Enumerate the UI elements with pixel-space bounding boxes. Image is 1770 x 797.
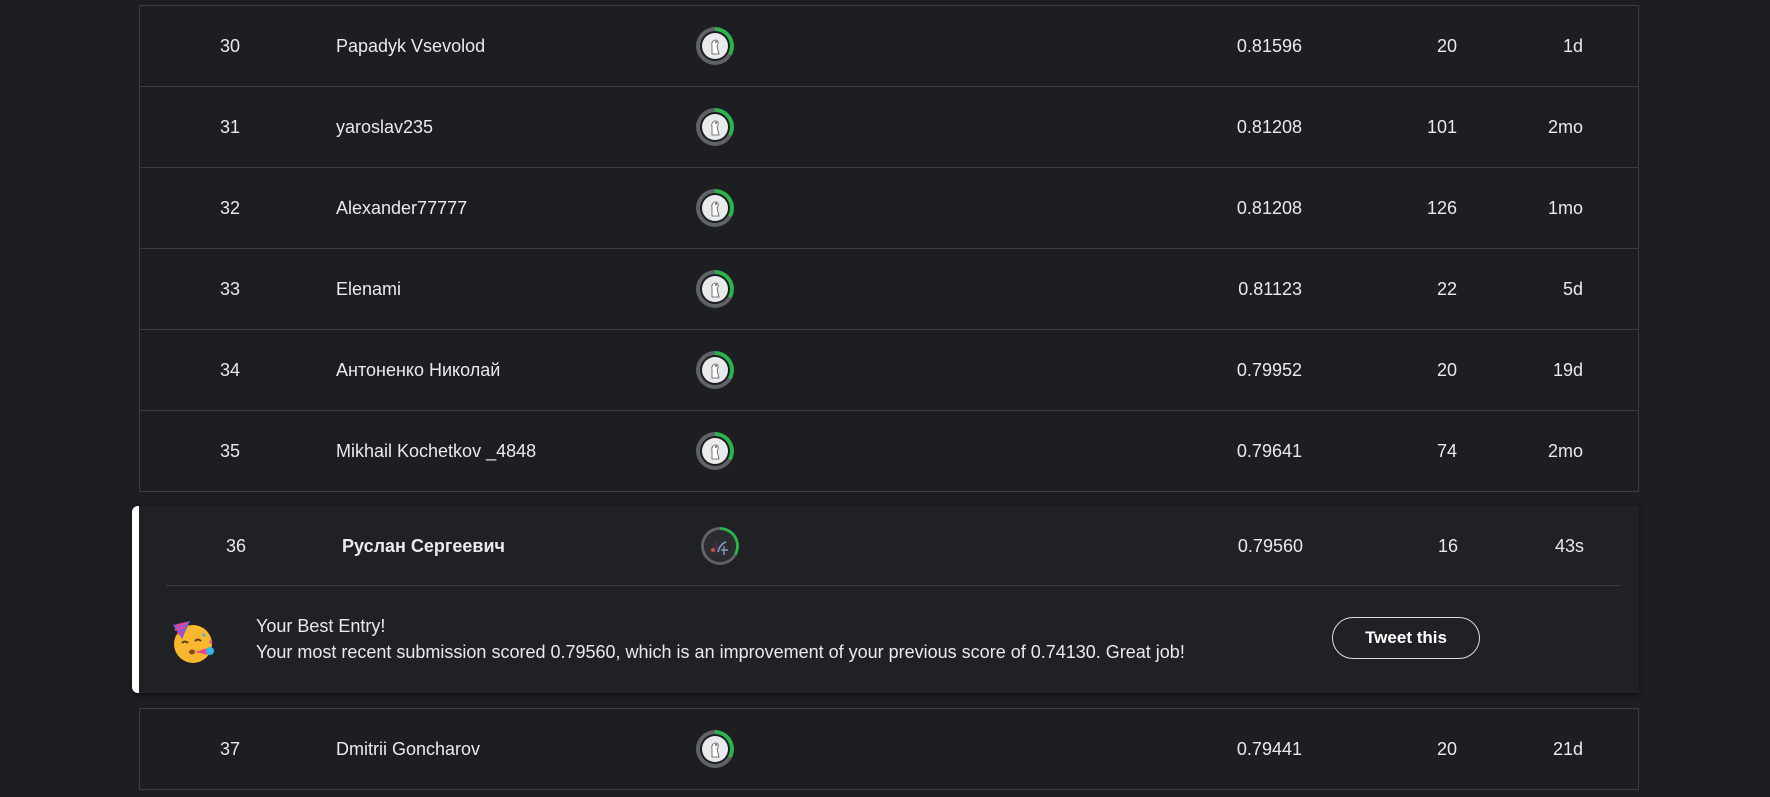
avatar[interactable] xyxy=(696,87,734,167)
entries-cell: 20 xyxy=(1436,35,1457,56)
rank-cell: 33 xyxy=(219,278,241,299)
table-row[interactable]: 30 Papadyk Vsevolod 0.81596 20 1d xyxy=(140,6,1638,87)
rank-cell: 31 xyxy=(219,116,241,137)
rank-cell: 34 xyxy=(219,359,241,380)
avatar[interactable] xyxy=(696,709,734,789)
last-submission-cell: 1mo xyxy=(1547,197,1583,218)
default-avatar-icon xyxy=(702,276,728,302)
rank-cell: 30 xyxy=(219,35,241,56)
last-submission-cell: 1d xyxy=(1562,35,1583,56)
current-user-row[interactable]: 36 Руслан Сергеевич 0.79560 16 43s xyxy=(139,506,1639,586)
last-submission-cell: 43s xyxy=(1554,535,1584,556)
team-name[interactable]: Alexander77777 xyxy=(336,168,467,248)
team-name[interactable]: yaroslav235 xyxy=(336,87,433,167)
score-cell: 0.81123 xyxy=(1238,278,1302,299)
table-row[interactable]: 32 Alexander77777 0.81208 126 1mo xyxy=(140,168,1638,249)
table-row[interactable]: 34 Антоненко Николай 0.79952 20 19d xyxy=(140,330,1638,411)
score-cell: 0.81208 xyxy=(1236,116,1302,137)
leaderboard-table-top: 30 Papadyk Vsevolod 0.81596 20 1d 31 yar… xyxy=(139,5,1639,492)
table-row[interactable]: 35 Mikhail Kochetkov _4848 0.79641 74 2m… xyxy=(140,411,1638,491)
last-submission-cell: 21d xyxy=(1552,738,1583,759)
rank-cell: 36 xyxy=(225,535,247,556)
table-row[interactable]: 31 yaroslav235 0.81208 101 2mo xyxy=(140,87,1638,168)
last-submission-cell: 2mo xyxy=(1547,116,1583,137)
avatar[interactable] xyxy=(696,6,734,86)
entries-cell: 22 xyxy=(1436,278,1457,299)
leaderboard: 30 Papadyk Vsevolod 0.81596 20 1d 31 yar… xyxy=(132,0,1639,790)
entries-cell: 20 xyxy=(1436,738,1457,759)
score-cell: 0.79560 xyxy=(1237,535,1303,556)
score-cell: 0.81208 xyxy=(1236,197,1302,218)
entries-cell: 126 xyxy=(1426,197,1457,218)
team-name[interactable]: Руслан Сергеевич xyxy=(342,506,505,586)
avatar[interactable] xyxy=(696,330,734,410)
table-row[interactable]: 33 Elenami 0.81123 22 5d xyxy=(140,249,1638,330)
entries-cell: 74 xyxy=(1436,440,1457,461)
score-cell: 0.81596 xyxy=(1236,35,1302,56)
entries-cell: 20 xyxy=(1436,359,1457,380)
table-row[interactable]: 37 Dmitrii Goncharov 0.79441 20 21d xyxy=(140,709,1638,789)
tweet-this-button[interactable]: Tweet this xyxy=(1332,617,1480,659)
entries-cell: 16 xyxy=(1437,535,1458,556)
score-cell: 0.79441 xyxy=(1236,738,1302,759)
user-avatar-icon xyxy=(704,530,736,562)
default-avatar-icon xyxy=(702,438,728,464)
avatar[interactable] xyxy=(701,506,739,586)
rank-cell: 35 xyxy=(219,440,241,461)
team-name[interactable]: Mikhail Kochetkov _4848 xyxy=(336,411,536,491)
default-avatar-icon xyxy=(702,357,728,383)
entries-cell: 101 xyxy=(1426,116,1457,137)
last-submission-cell: 2mo xyxy=(1547,440,1583,461)
default-avatar-icon xyxy=(702,736,728,762)
score-cell: 0.79952 xyxy=(1236,359,1302,380)
current-user-entry: 36 Руслан Сергеевич 0.79560 16 43s Your … xyxy=(132,506,1639,693)
avatar[interactable] xyxy=(696,411,734,491)
default-avatar-icon xyxy=(702,114,728,140)
rank-cell: 37 xyxy=(219,738,241,759)
team-name[interactable]: Papadyk Vsevolod xyxy=(336,6,485,86)
default-avatar-icon xyxy=(702,195,728,221)
avatar[interactable] xyxy=(696,168,734,248)
party-face-icon xyxy=(168,617,218,667)
default-avatar-icon xyxy=(702,33,728,59)
team-name[interactable]: Elenami xyxy=(336,249,401,329)
avatar[interactable] xyxy=(696,249,734,329)
notice-title: Your Best Entry! xyxy=(256,616,386,636)
leaderboard-table-bottom: 37 Dmitrii Goncharov 0.79441 20 21d xyxy=(139,708,1639,790)
last-submission-cell: 5d xyxy=(1562,278,1583,299)
team-name[interactable]: Антоненко Николай xyxy=(336,330,500,410)
notice-message: Your most recent submission scored 0.795… xyxy=(256,642,1185,662)
score-cell: 0.79641 xyxy=(1236,440,1302,461)
rank-cell: 32 xyxy=(219,197,241,218)
best-entry-notice: Your Best Entry! Your most recent submis… xyxy=(139,586,1639,693)
last-submission-cell: 19d xyxy=(1552,359,1583,380)
team-name[interactable]: Dmitrii Goncharov xyxy=(336,709,480,789)
